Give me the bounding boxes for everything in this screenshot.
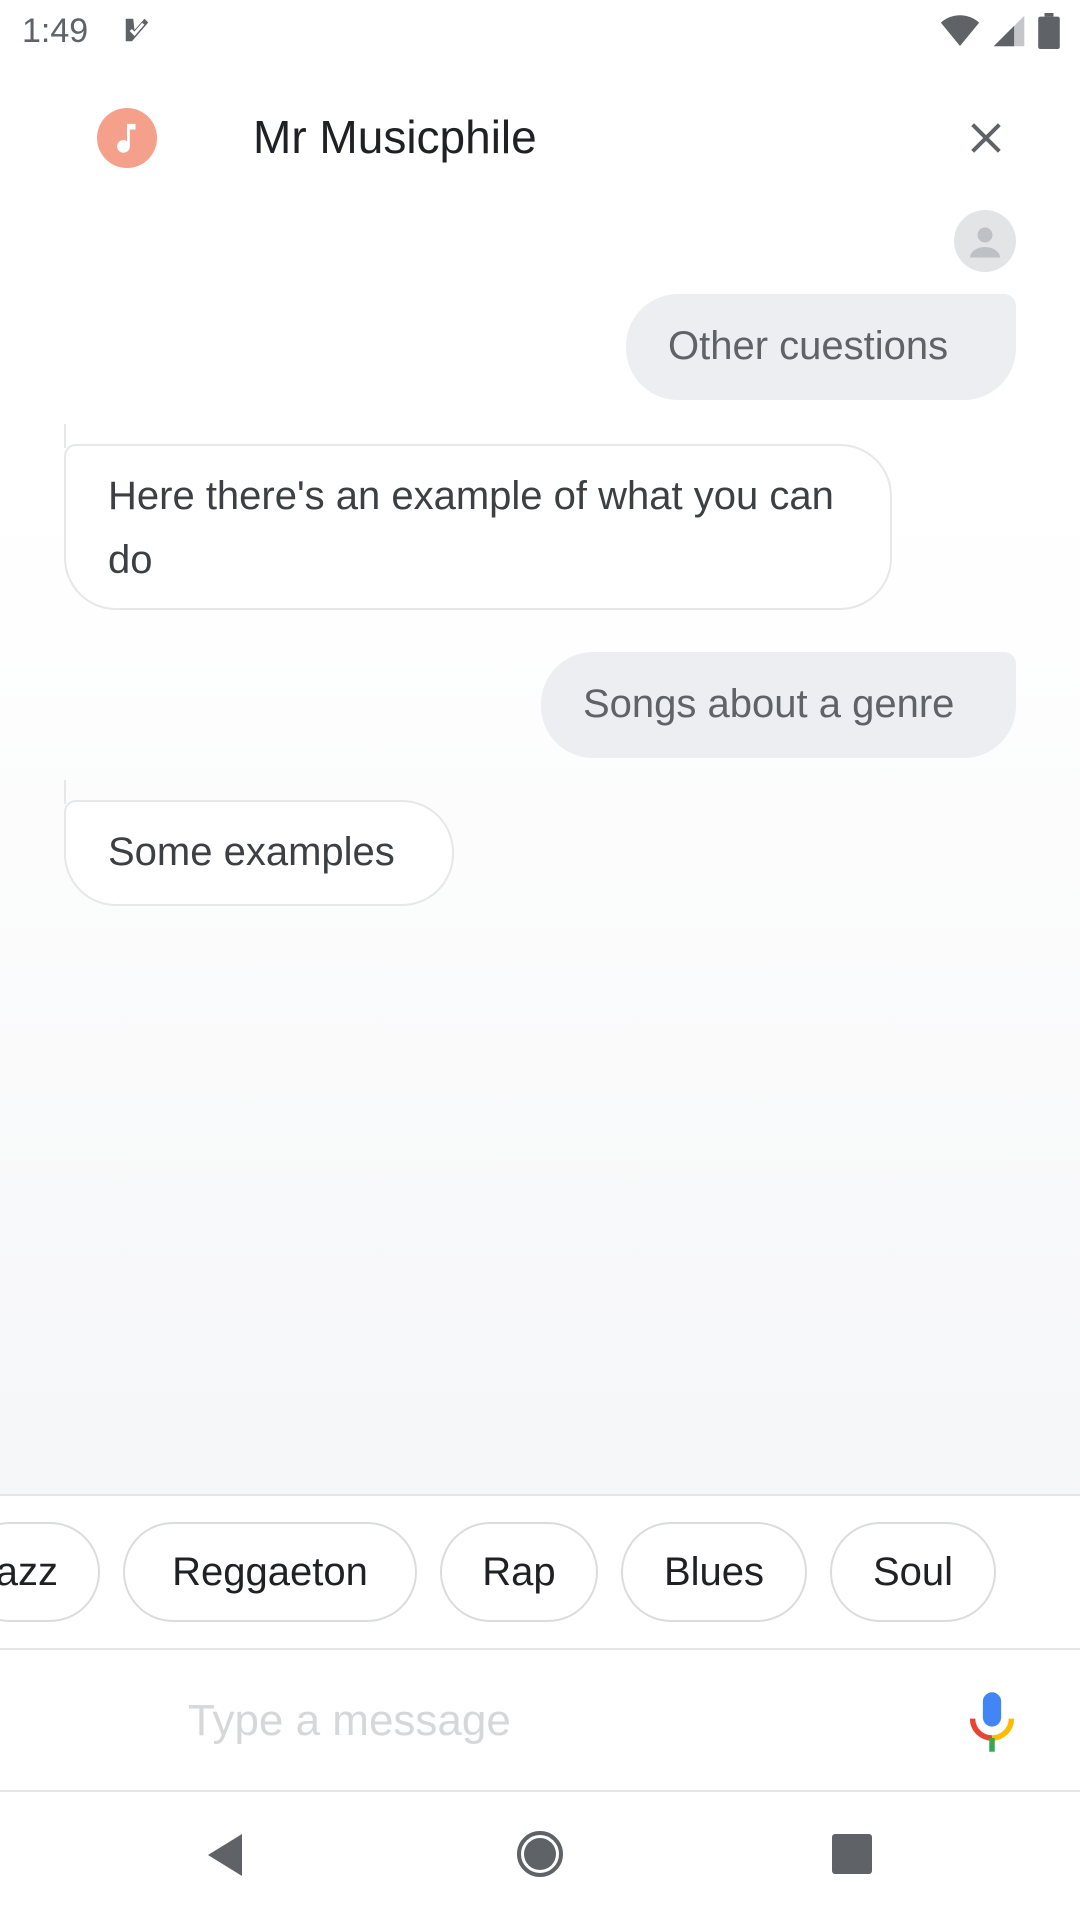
suggestion-chip-soul[interactable]: Soul <box>830 1522 996 1622</box>
message-composer <box>0 1648 1080 1792</box>
suggestion-chip-rap[interactable]: Rap <box>440 1522 598 1622</box>
user-message: Other cuestions <box>626 294 1016 400</box>
agent-avatar <box>97 108 157 168</box>
user-message: Songs about a genre <box>541 652 1016 758</box>
user-avatar <box>954 210 1016 272</box>
music-note-icon <box>117 123 136 153</box>
suggestion-chip-blues[interactable]: Blues <box>621 1522 807 1622</box>
close-icon <box>971 123 1001 153</box>
back-icon[interactable] <box>206 1832 246 1878</box>
chat-header: Mr Musicphile <box>0 66 1080 206</box>
close-button[interactable] <box>960 112 1012 164</box>
home-icon[interactable] <box>516 1830 564 1878</box>
agent-name: Mr Musicphile <box>253 111 537 163</box>
bot-message: Here there's an example of what you can … <box>64 424 892 610</box>
bot-message: Some examples <box>64 780 454 906</box>
microphone-icon[interactable] <box>964 1690 1020 1754</box>
suggestion-chip-reggaeton[interactable]: Reggaeton <box>123 1522 417 1622</box>
message-input[interactable] <box>186 1680 890 1762</box>
navigation-bar <box>0 1792 1080 1920</box>
status-icons <box>940 12 1060 50</box>
cellular-signal-icon <box>993 15 1025 47</box>
recents-icon[interactable] <box>832 1834 872 1874</box>
person-icon <box>970 227 1000 258</box>
notification-check-icon <box>125 18 149 42</box>
wifi-icon <box>940 15 980 46</box>
suggestion-chip-jazz[interactable]: azz <box>0 1522 100 1622</box>
status-bar: 1:49 <box>0 0 1080 62</box>
suggestion-chips: azz Reggaeton Rap Blues Soul <box>0 1494 1080 1650</box>
battery-icon <box>1038 13 1060 49</box>
status-time: 1:49 <box>22 12 89 50</box>
